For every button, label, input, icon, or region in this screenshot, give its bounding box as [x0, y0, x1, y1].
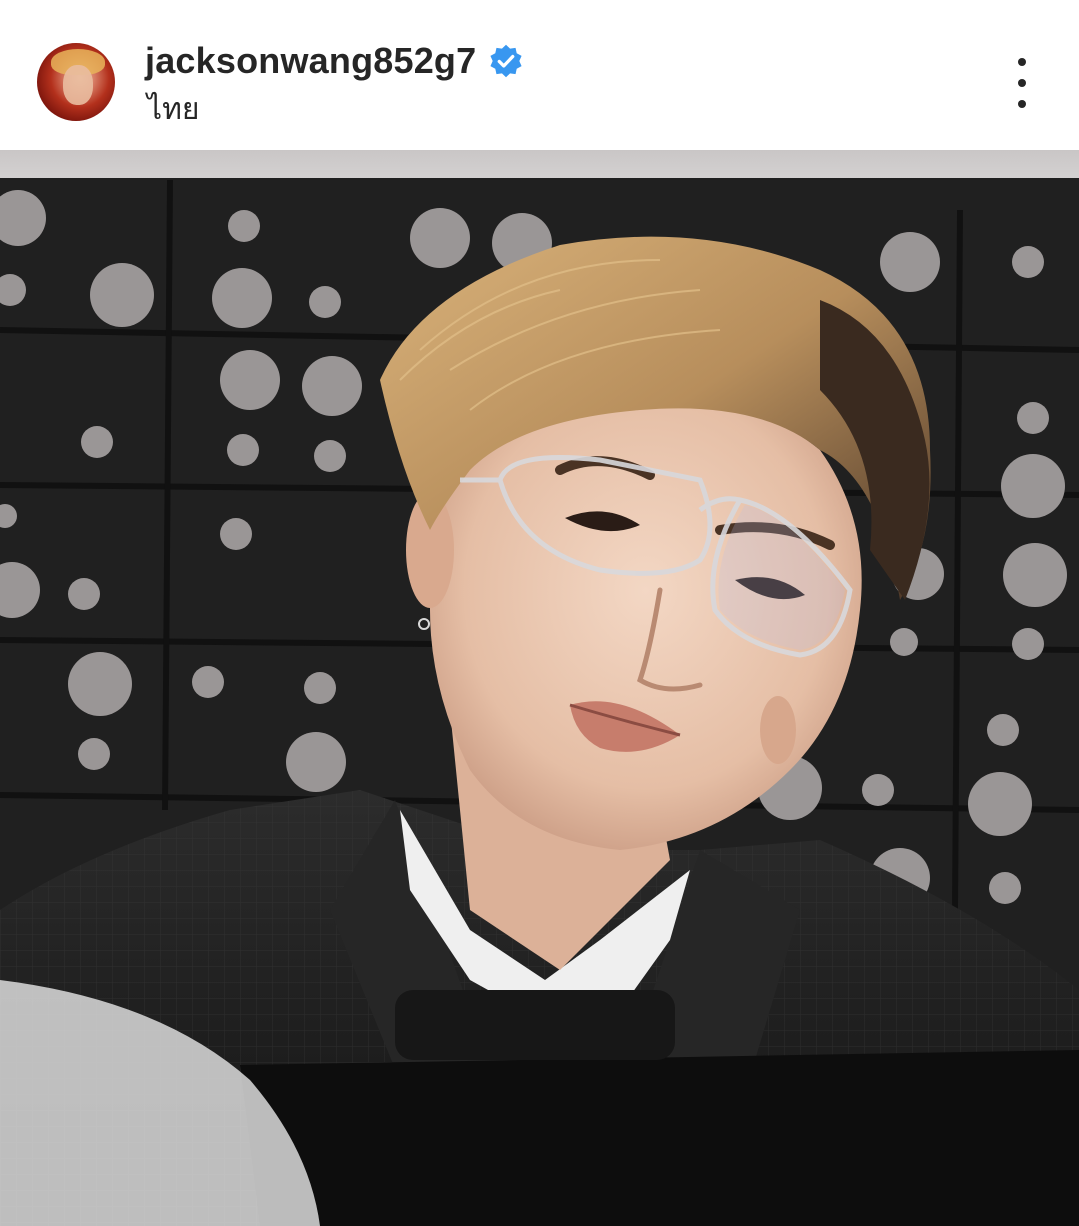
avatar[interactable] [37, 43, 115, 121]
more-options-icon-dot-3 [1018, 100, 1026, 108]
more-options-icon-dot-2 [1018, 79, 1026, 87]
location-link[interactable]: ไทย [147, 86, 199, 133]
avatar-face [63, 65, 93, 105]
more-options-button[interactable] [1002, 58, 1042, 108]
post-header: jacksonwang852g7 ไทย [0, 0, 1079, 150]
post-photo [0, 150, 1079, 1226]
more-options-icon [1018, 58, 1026, 66]
username-link[interactable]: jacksonwang852g7 [145, 40, 476, 82]
verified-badge-icon [488, 43, 524, 79]
username-row: jacksonwang852g7 [145, 40, 524, 82]
post-image[interactable] [0, 150, 1079, 1226]
